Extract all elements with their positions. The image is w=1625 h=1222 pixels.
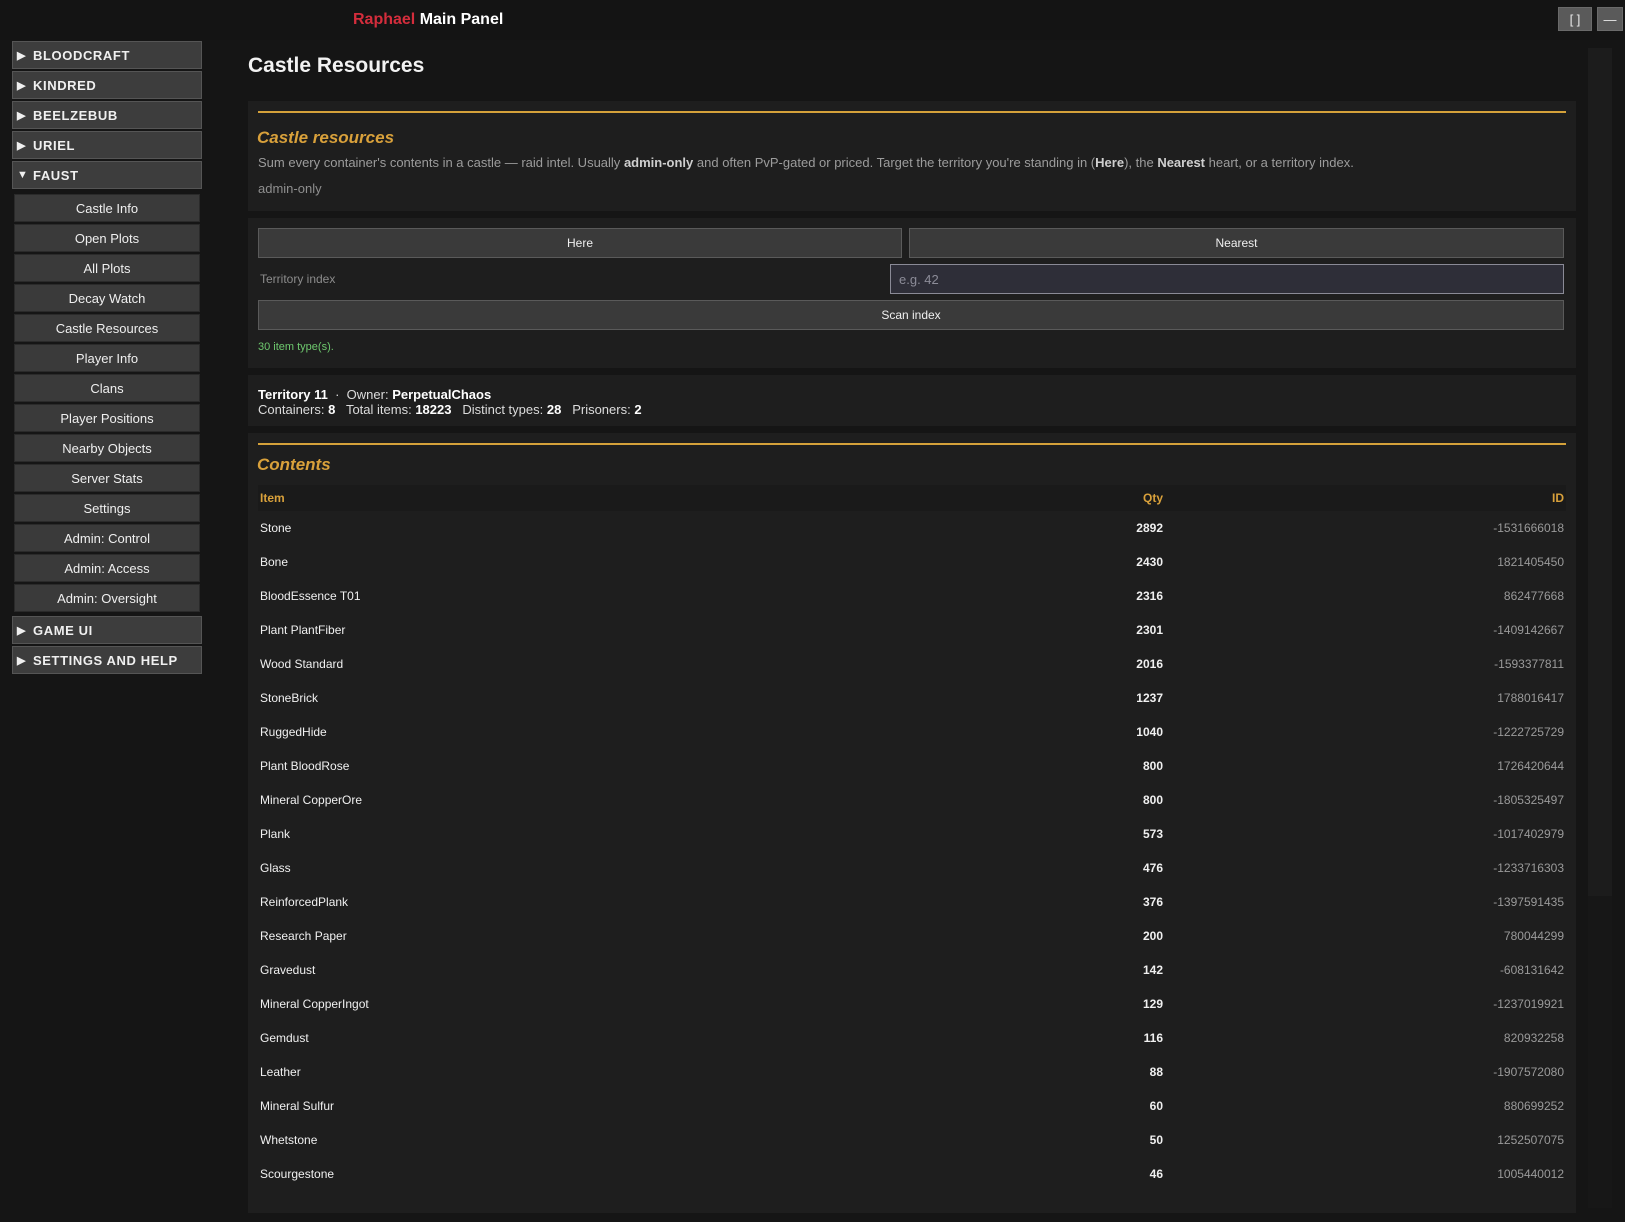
sidebar-category-label: URIEL	[33, 137, 75, 153]
table-row: Scourgestone 46 1005440012	[260, 1167, 1564, 1181]
sidebar-item-admin-control[interactable]: Admin: Control	[14, 524, 200, 552]
sidebar-item-player-positions[interactable]: Player Positions	[14, 404, 200, 432]
table-row: Stone 2892 -1531666018	[260, 521, 1564, 535]
page-title: Castle Resources	[248, 54, 425, 77]
triangle-right-icon: ▶	[17, 654, 27, 667]
contents-heading: Contents	[257, 455, 331, 474]
sidebar-category-faust[interactable]: ▼ FAUST	[12, 161, 202, 189]
sidebar-category-kindred[interactable]: ▶ KINDRED	[12, 71, 202, 99]
intro-card: Castle resources Sum every container's c…	[248, 101, 1576, 211]
table-row: Glass 476 -1233716303	[260, 861, 1564, 875]
table-row: Leather 88 -1907572080	[260, 1065, 1564, 1079]
gold-divider	[258, 443, 1566, 445]
controls-card: Here Nearest Territory index Scan index …	[248, 218, 1576, 368]
table-row: RuggedHide 1040 -1222725729	[260, 725, 1564, 739]
triangle-right-icon: ▶	[17, 109, 27, 122]
scan-index-button[interactable]: Scan index	[258, 300, 1564, 330]
sidebar-category-beelzebub[interactable]: ▶ BEELZEBUB	[12, 101, 202, 129]
table-row: Plank 573 -1017402979	[260, 827, 1564, 841]
table-row: Bone 2430 1821405450	[260, 555, 1564, 569]
sidebar-item-admin-access[interactable]: Admin: Access	[14, 554, 200, 582]
table-row: Mineral CopperOre 800 -1805325497	[260, 793, 1564, 807]
table-row: Gemdust 116 820932258	[260, 1031, 1564, 1045]
table-row: BloodEssence T01 2316 862477668	[260, 589, 1564, 603]
table-row: Plant BloodRose 800 1726420644	[260, 759, 1564, 773]
contents-table: Item Qty ID Stone 2892 -1531666018 Bone 243…	[258, 485, 1566, 1191]
sidebar-category-settings-and-help[interactable]: ▶ SETTINGS AND HELP	[12, 646, 202, 674]
sidebar-category-label: BEELZEBUB	[33, 107, 118, 123]
sidebar-category-label: FAUST	[33, 167, 79, 183]
territory-index-label: Territory index	[260, 272, 336, 286]
table-row: ReinforcedPlank 376 -1397591435	[260, 895, 1564, 909]
table-header: Item Qty ID	[258, 485, 1566, 511]
territory-stats-line: Containers: 8 Total items: 18223 Distinc…	[258, 402, 642, 417]
column-header-qty[interactable]: Qty	[958, 491, 1163, 505]
sidebar-category-label: BLOODCRAFT	[33, 47, 130, 63]
table-row: Plant PlantFiber 2301 -1409142667	[260, 623, 1564, 637]
sidebar-item-nearby-objects[interactable]: Nearby Objects	[14, 434, 200, 462]
sidebar-category-label: GAME UI	[33, 622, 93, 638]
table-row: Gravedust 142 -608131642	[260, 963, 1564, 977]
triangle-right-icon: ▶	[17, 49, 27, 62]
table-row: Whetstone 50 1252507075	[260, 1133, 1564, 1147]
triangle-right-icon: ▶	[17, 139, 27, 152]
window-title-text: Main Panel	[419, 11, 504, 28]
status-message: 30 item type(s).	[258, 341, 334, 353]
scrollbar-track[interactable]	[1588, 896, 1612, 1208]
sidebar-category-game-ui[interactable]: ▶ GAME UI	[12, 616, 202, 644]
triangle-right-icon: ▶	[17, 624, 27, 637]
window-title: Raphael Main Panel	[353, 11, 503, 29]
sidebar-category-uriel[interactable]: ▶ URIEL	[12, 131, 202, 159]
sidebar-item-server-stats[interactable]: Server Stats	[14, 464, 200, 492]
sidebar-item-admin-oversight[interactable]: Admin: Oversight	[14, 584, 200, 612]
territory-summary-line: Territory 11 · Owner: PerpetualChaos	[258, 387, 492, 402]
minimize-button[interactable]: —	[1597, 7, 1623, 31]
triangle-right-icon: ▶	[17, 79, 27, 92]
faust-submenu: Castle Info Open Plots All Plots Decay W…	[14, 194, 202, 612]
here-button[interactable]: Here	[258, 228, 902, 258]
window-title-brand: Raphael	[353, 11, 416, 28]
sidebar-item-player-info[interactable]: Player Info	[14, 344, 200, 372]
owner-name: PerpetualChaos	[392, 387, 492, 402]
sidebar-item-open-plots[interactable]: Open Plots	[14, 224, 200, 252]
sidebar-category-bloodcraft[interactable]: ▶ BLOODCRAFT	[12, 41, 202, 69]
table-row: Mineral Sulfur 60 880699252	[260, 1099, 1564, 1113]
intro-description: Sum every container's contents in a cast…	[258, 155, 1354, 170]
main-panel-window: Raphael Main Panel [ ] — ▶ BLOODCRAFT ▶ …	[0, 0, 1625, 1222]
sidebar-category-label: KINDRED	[33, 77, 97, 93]
summary-card: Territory 11 · Owner: PerpetualChaos Con…	[248, 375, 1576, 426]
triangle-down-icon: ▼	[17, 169, 29, 181]
title-bar[interactable]: Raphael Main Panel [ ] —	[0, 0, 1625, 40]
sidebar-item-decay-watch[interactable]: Decay Watch	[14, 284, 200, 312]
maximize-button[interactable]: [ ]	[1558, 7, 1592, 31]
territory-name: Territory 11	[258, 387, 328, 402]
gold-divider	[258, 111, 1566, 113]
table-row: Mineral CopperIngot 129 -1237019921	[260, 997, 1564, 1011]
sidebar-item-clans[interactable]: Clans	[14, 374, 200, 402]
main-content: Castle Resources Castle resources Sum ev…	[248, 44, 1576, 1213]
column-header-item[interactable]: Item	[258, 491, 958, 505]
nearest-button[interactable]: Nearest	[909, 228, 1564, 258]
sidebar-category-label: SETTINGS AND HELP	[33, 652, 178, 668]
column-header-id[interactable]: ID	[1163, 491, 1564, 505]
sidebar-item-all-plots[interactable]: All Plots	[14, 254, 200, 282]
contents-card: Contents Item Qty ID Stone 2892 -153166601…	[248, 433, 1576, 1213]
permission-note: admin-only	[258, 181, 322, 196]
intro-heading: Castle resources	[257, 128, 395, 147]
sidebar-item-castle-info[interactable]: Castle Info	[14, 194, 200, 222]
table-row: Wood Standard 2016 -1593377811	[260, 657, 1564, 671]
sidebar-item-settings[interactable]: Settings	[14, 494, 200, 522]
sidebar-item-castle-resources[interactable]: Castle Resources	[14, 314, 200, 342]
scrollbar-thumb[interactable]	[1588, 48, 1612, 896]
sidebar: ▶ BLOODCRAFT ▶ KINDRED ▶ BEELZEBUB ▶ URI…	[12, 41, 202, 676]
table-row: StoneBrick 1237 1788016417	[260, 691, 1564, 705]
territory-index-input[interactable]	[890, 264, 1564, 294]
table-row: Research Paper 200 780044299	[260, 929, 1564, 943]
